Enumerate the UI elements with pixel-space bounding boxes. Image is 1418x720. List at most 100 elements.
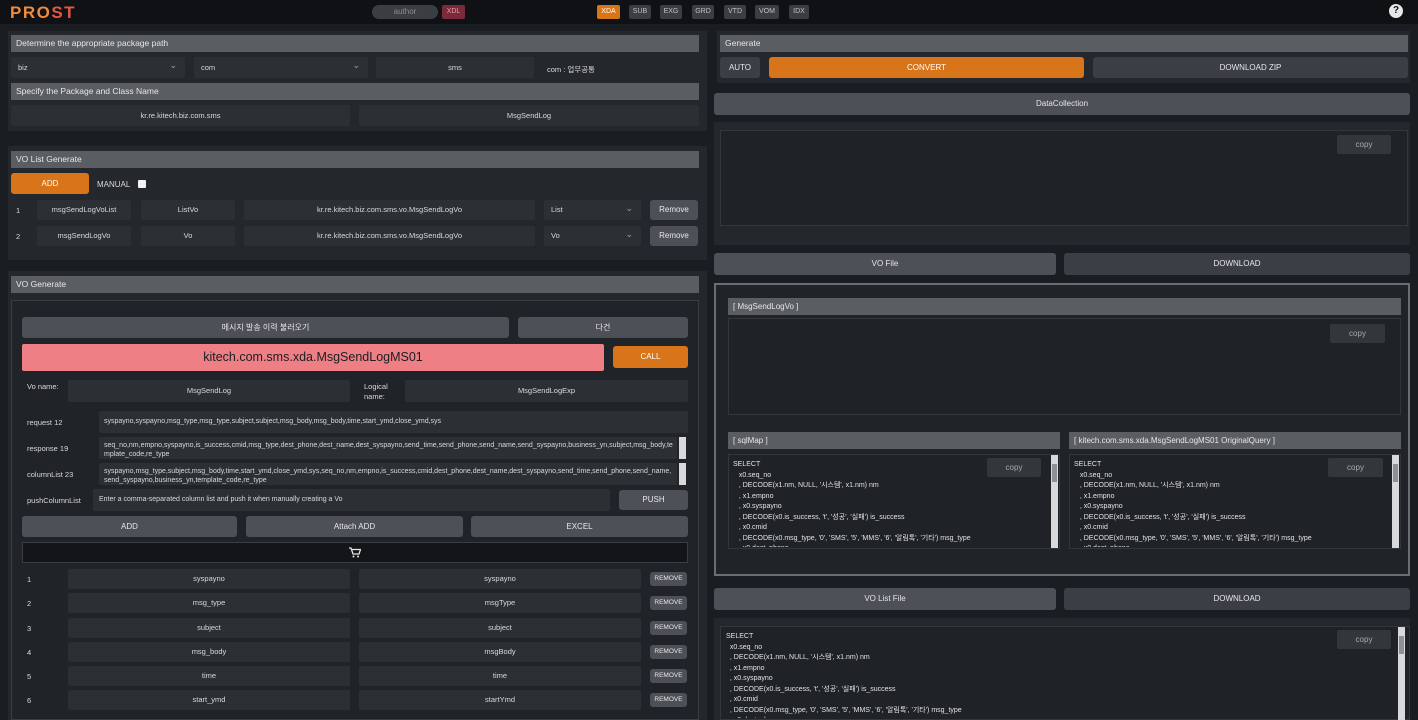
field-name[interactable]: subject: [359, 618, 641, 638]
volist-row-select[interactable]: Vo: [544, 224, 641, 246]
vogen-header: VO Generate: [11, 276, 699, 293]
vo-list-code: SELECT x0.seq_no , DECODE(x1.nm, NULL, '…: [726, 633, 962, 718]
multi-button[interactable]: 다건: [518, 317, 688, 338]
sqlmap-scrollbar[interactable]: [1051, 455, 1058, 548]
field-name[interactable]: msgType: [359, 593, 641, 613]
response-scrollbar[interactable]: [679, 437, 686, 459]
nav-vtd[interactable]: VTD: [724, 5, 746, 19]
nav-vom[interactable]: VOM: [755, 5, 779, 19]
column-remove-button[interactable]: REMOVE: [650, 621, 687, 635]
call-button[interactable]: CALL: [613, 346, 688, 368]
scroll-thumb[interactable]: [1399, 636, 1404, 654]
columnlist-label: columnList 23: [27, 470, 74, 479]
request-label: request 12: [27, 418, 63, 427]
logical-name-input[interactable]: MsgSendLogExp: [405, 380, 688, 402]
excel-button[interactable]: EXCEL: [471, 516, 688, 537]
volist-row-path[interactable]: kr.re.kitech.biz.com.sms.vo.MsgSendLogVo: [244, 226, 535, 246]
volist-add-button[interactable]: ADD: [11, 173, 89, 194]
nav-grd[interactable]: GRD: [692, 5, 714, 19]
manual-label: MANUAL: [97, 180, 131, 189]
copy-button[interactable]: copy: [987, 458, 1041, 477]
sqlmap-title: [ sqlMap ]: [728, 432, 1060, 449]
volist-row-type[interactable]: ListVo: [141, 200, 235, 220]
vo-list-scrollbar[interactable]: [1398, 627, 1405, 720]
column-name[interactable]: syspayno: [68, 569, 350, 589]
cart-bar[interactable]: [22, 542, 688, 563]
datacollection-textarea[interactable]: [720, 130, 1408, 226]
cart-icon: [349, 547, 361, 558]
volist-row-path[interactable]: kr.re.kitech.biz.com.sms.vo.MsgSendLogVo: [244, 200, 535, 220]
nav-xda[interactable]: XDA: [597, 5, 620, 19]
vo-download-button[interactable]: DOWNLOAD: [1064, 253, 1410, 275]
push-columnlist-input[interactable]: Enter a comma-separated column list and …: [93, 489, 610, 511]
column-remove-button[interactable]: REMOVE: [650, 669, 687, 683]
volist-row-select[interactable]: List: [544, 198, 641, 220]
column-row-no: 3: [27, 624, 32, 633]
xdl-button[interactable]: XDL: [442, 5, 465, 19]
service-input[interactable]: kitech.com.sms.xda.MsgSendLogMS01: [22, 344, 604, 371]
generate-header: Generate: [720, 35, 1408, 52]
datacollection-button[interactable]: DataCollection: [714, 93, 1410, 115]
copy-button[interactable]: copy: [1337, 135, 1391, 154]
column-name[interactable]: start_ymd: [68, 690, 350, 710]
auto-button[interactable]: AUTO: [720, 57, 760, 78]
manual-checkbox[interactable]: [138, 180, 146, 188]
copy-button[interactable]: copy: [1328, 458, 1383, 477]
logo[interactable]: PROST: [10, 3, 76, 23]
copy-button[interactable]: copy: [1330, 324, 1385, 343]
volist-row-name[interactable]: msgSendLogVo: [37, 226, 131, 246]
add-column-button[interactable]: ADD: [22, 516, 237, 537]
column-remove-button[interactable]: REMOVE: [650, 572, 687, 586]
response-input[interactable]: seq_no,nm,empno,syspayno,is_success,cmid…: [99, 437, 677, 459]
vo-list-file-button[interactable]: VO List File: [714, 588, 1056, 610]
column-remove-button[interactable]: REMOVE: [650, 645, 687, 659]
scroll-thumb[interactable]: [1393, 464, 1398, 482]
help-icon[interactable]: ?: [1389, 4, 1403, 18]
column-name[interactable]: msg_body: [68, 642, 350, 662]
push-button[interactable]: PUSH: [619, 490, 688, 510]
volist-row-remove-button[interactable]: Remove: [650, 226, 698, 246]
author-input[interactable]: author: [372, 5, 438, 19]
volist-row-type[interactable]: Vo: [141, 226, 235, 246]
copy-button[interactable]: copy: [1337, 630, 1391, 649]
column-name[interactable]: msg_type: [68, 593, 350, 613]
nav-sub[interactable]: SUB: [629, 5, 651, 19]
logo-text-b: ST: [51, 3, 77, 22]
response-label: response 19: [27, 444, 69, 453]
field-name[interactable]: startYmd: [359, 690, 641, 710]
column-remove-button[interactable]: REMOVE: [650, 693, 687, 707]
vo-list-download-button[interactable]: DOWNLOAD: [1064, 588, 1410, 610]
columnlist-input[interactable]: syspayno,msg_type,subject,msg_body,time,…: [99, 463, 677, 485]
attach-add-button[interactable]: Attach ADD: [246, 516, 463, 537]
volist-row-name[interactable]: msgSendLogVoList: [37, 200, 131, 220]
download-zip-button[interactable]: DOWNLOAD ZIP: [1093, 57, 1408, 78]
field-name[interactable]: syspayno: [359, 569, 641, 589]
scroll-thumb[interactable]: [1052, 464, 1057, 482]
package-field-3[interactable]: sms: [376, 57, 534, 78]
columnlist-scrollbar[interactable]: [679, 463, 686, 485]
column-row-no: 2: [27, 599, 32, 608]
vo-file-button[interactable]: VO File: [714, 253, 1056, 275]
vo-textarea[interactable]: [728, 318, 1401, 415]
convert-button[interactable]: CONVERT: [769, 57, 1084, 78]
request-input[interactable]: syspayno,syspayno,msg_type,msg_type,subj…: [99, 411, 688, 433]
column-name[interactable]: subject: [68, 618, 350, 638]
nav-idx[interactable]: IDX: [789, 5, 809, 19]
field-name[interactable]: time: [359, 666, 641, 686]
vo-name-input[interactable]: MsgSendLog: [68, 380, 350, 402]
class-name-input[interactable]: MsgSendLog: [359, 105, 699, 126]
package-name-input[interactable]: kr.re.kitech.biz.com.sms: [11, 105, 350, 126]
logo-text-a: PRO: [10, 3, 52, 22]
push-columnlist-label: pushColumnList: [27, 496, 81, 505]
volist-row-no: 1: [16, 206, 21, 215]
logical-name-label: Logical name:: [364, 382, 388, 401]
package-select-2[interactable]: com: [194, 55, 368, 78]
load-history-button[interactable]: 메시지 발송 이력 불러오기: [22, 317, 509, 338]
original-query-scrollbar[interactable]: [1392, 455, 1399, 548]
package-select-1[interactable]: biz: [11, 55, 185, 78]
column-name[interactable]: time: [68, 666, 350, 686]
nav-exg[interactable]: EXG: [660, 5, 682, 19]
field-name[interactable]: msgBody: [359, 642, 641, 662]
column-remove-button[interactable]: REMOVE: [650, 596, 687, 610]
volist-row-remove-button[interactable]: Remove: [650, 200, 698, 220]
